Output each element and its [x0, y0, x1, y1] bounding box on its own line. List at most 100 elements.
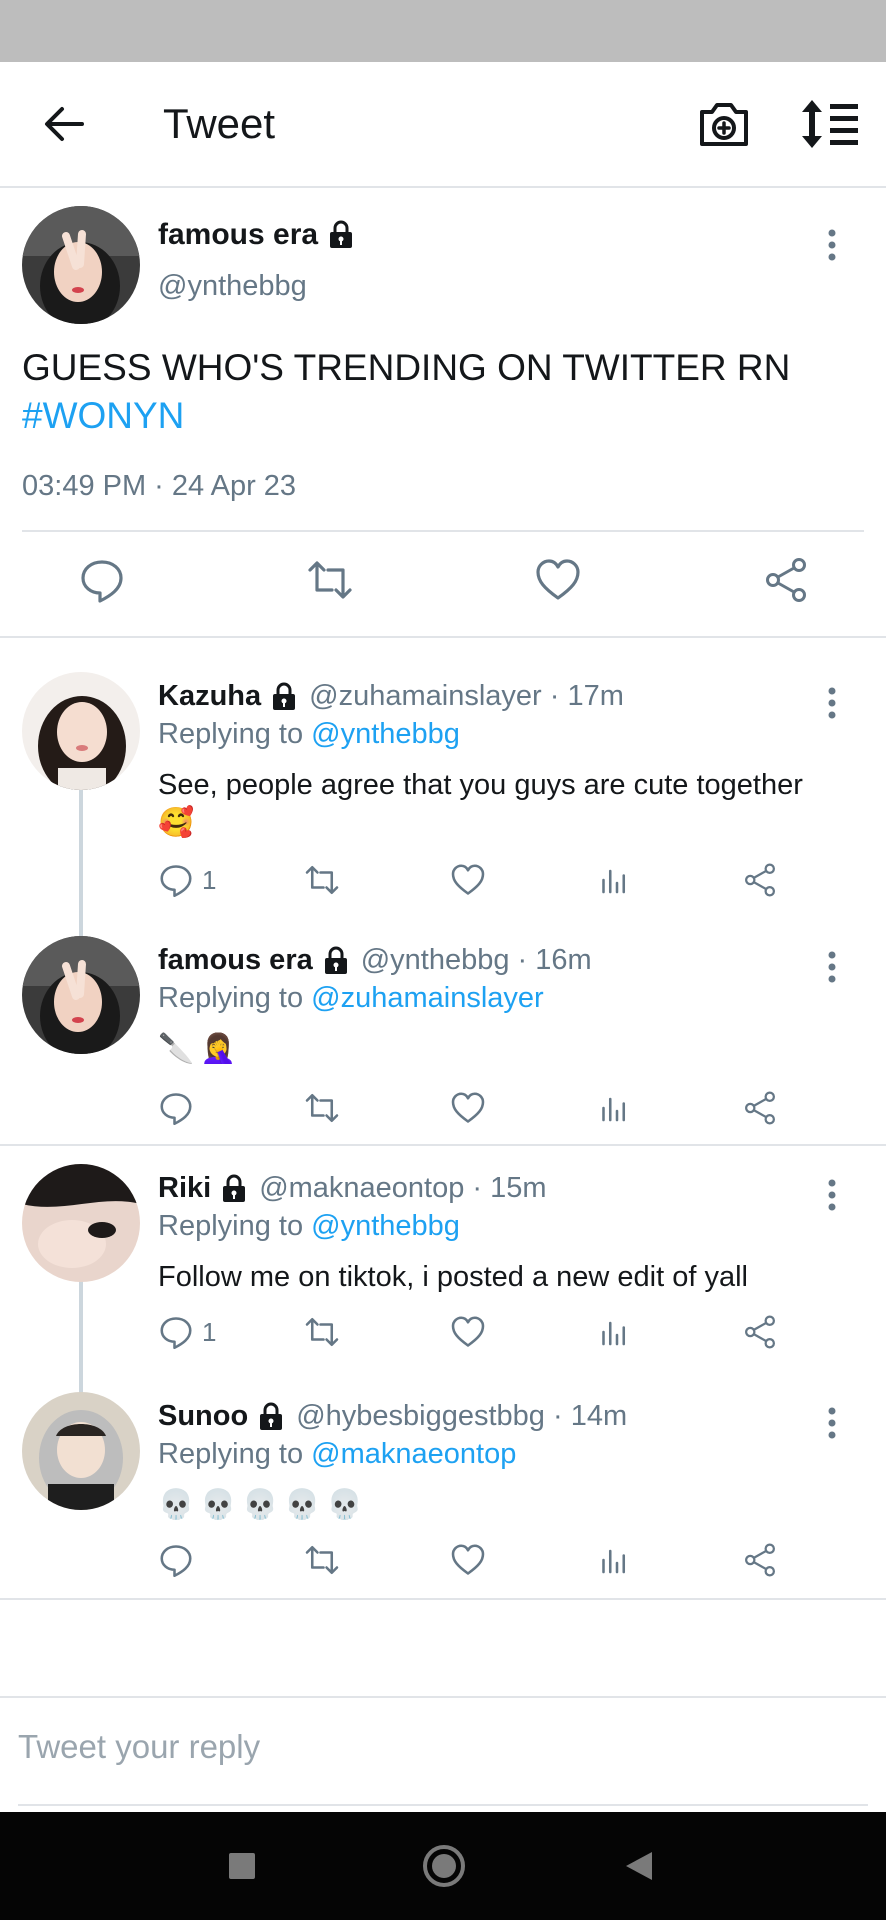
retweet-button[interactable] [304, 1314, 340, 1350]
reply-text-body: See, people agree that you guys are cute… [158, 769, 803, 801]
replying-prefix: Replying to [158, 982, 312, 1014]
like-button[interactable] [450, 1314, 486, 1350]
retweet-button[interactable] [306, 556, 354, 604]
avatar[interactable] [22, 1392, 140, 1510]
sort-list-icon [802, 100, 858, 148]
reply-button[interactable] [78, 556, 126, 604]
more-options-button[interactable] [826, 686, 838, 720]
replying-to: Replying to @zuhamainslayer [158, 982, 544, 1015]
reply-composer[interactable]: Tweet your reply [0, 1696, 886, 1806]
author-handle[interactable]: @ynthebbg [158, 270, 307, 303]
more-options-button[interactable] [826, 1178, 838, 1212]
analytics-button[interactable] [596, 862, 632, 898]
home-circle-icon [423, 1845, 465, 1887]
hashtag-link[interactable]: #WONYN [22, 392, 862, 440]
reply-header: Kazuha @zuhamainslayer · 17m [158, 680, 624, 713]
lock-icon [326, 220, 356, 250]
like-button[interactable] [450, 862, 486, 898]
more-options-button[interactable] [826, 1406, 838, 1440]
author-handle-time[interactable]: @hybesbiggestbbg · 14m [296, 1400, 627, 1433]
analytics-button[interactable] [596, 1090, 632, 1126]
retweet-button[interactable] [304, 1542, 340, 1578]
like-button[interactable] [534, 556, 582, 604]
reply-header: famous era @ynthebbg · 16m [158, 944, 592, 977]
home-button[interactable] [422, 1844, 466, 1893]
reply-input-placeholder[interactable]: Tweet your reply [18, 1728, 260, 1766]
avatar[interactable] [22, 206, 140, 324]
reply-button[interactable]: 1 [158, 1314, 216, 1350]
author-name[interactable]: Kazuha [158, 680, 261, 713]
share-icon [745, 1543, 775, 1577]
status-bar [0, 0, 886, 62]
share-icon [745, 863, 775, 897]
reply-header: Riki @maknaeontop · 15m [158, 1172, 547, 1205]
more-options-button[interactable] [826, 950, 838, 984]
replying-mention[interactable]: @zuhamainslayer [311, 982, 544, 1014]
like-button[interactable] [450, 1090, 486, 1126]
share-button[interactable] [742, 1542, 778, 1578]
tweet-text: GUESS WHO'S TRENDING ON TWITTER RN #WONY… [22, 344, 862, 440]
reply-button[interactable] [158, 1542, 194, 1578]
bar-chart-icon [602, 869, 626, 894]
replying-mention[interactable]: @ynthebbg [311, 1210, 460, 1242]
like-button[interactable] [450, 1542, 486, 1578]
bar-chart-icon [602, 1097, 626, 1122]
more-vertical-icon [828, 229, 836, 261]
author-handle-time[interactable]: @maknaeontop · 15m [259, 1172, 546, 1205]
avatar[interactable] [22, 936, 140, 1054]
recents-button[interactable] [228, 1852, 256, 1885]
share-button[interactable] [742, 1314, 778, 1350]
camera-button[interactable] [696, 98, 752, 150]
heart-icon [536, 559, 580, 600]
lock-icon [256, 1402, 286, 1432]
share-button[interactable] [762, 556, 810, 604]
share-button[interactable] [742, 862, 778, 898]
triangle-back-icon [626, 1852, 652, 1880]
back-button[interactable] [38, 98, 90, 150]
more-vertical-icon [828, 951, 836, 983]
retweet-button[interactable] [304, 1090, 340, 1126]
retweet-icon [305, 1093, 339, 1123]
avatar[interactable] [22, 672, 140, 790]
square-icon [229, 1853, 255, 1879]
skull-emoji: 💀 [326, 1489, 363, 1521]
author-name[interactable]: famous era [158, 218, 318, 252]
tweet-actions [158, 1542, 798, 1582]
main-tweet: famous era @ynthebbg GUESS WHO'S TRENDIN… [0, 188, 886, 638]
more-vertical-icon [828, 687, 836, 719]
more-options-button[interactable] [826, 228, 838, 262]
comment-icon [160, 865, 192, 898]
author-handle-time[interactable]: @zuhamainslayer · 17m [309, 680, 624, 713]
share-button[interactable] [742, 1090, 778, 1126]
author-name[interactable]: Sunoo [158, 1400, 248, 1433]
reply-tweet: Kazuha @zuhamainslayer · 17m Replying to… [0, 656, 886, 918]
replying-prefix: Replying to [158, 1438, 312, 1470]
divider [0, 1144, 886, 1146]
retweet-button[interactable] [304, 862, 340, 898]
reply-text: Follow me on tiktok, i posted a new edit… [158, 1261, 748, 1293]
tweet-actions [0, 556, 886, 616]
lock-icon [219, 1174, 249, 1204]
tweet-timestamp: 03:49 PM · 24 Apr 23 [22, 470, 297, 502]
back-nav-button[interactable] [624, 1850, 654, 1887]
analytics-button[interactable] [596, 1314, 632, 1350]
facepalm-emoji: 🤦‍♀️ [200, 1033, 237, 1065]
author-name[interactable]: famous era [158, 944, 313, 977]
heart-icon [451, 1316, 485, 1347]
bar-chart-icon [602, 1321, 626, 1346]
avatar[interactable] [22, 1164, 140, 1282]
replying-mention[interactable]: @ynthebbg [311, 718, 460, 750]
skull-emoji: 💀 [200, 1489, 237, 1521]
share-icon [745, 1315, 775, 1349]
sort-button[interactable] [800, 96, 862, 152]
analytics-button[interactable] [596, 1542, 632, 1578]
replying-mention[interactable]: @maknaeontop [311, 1438, 516, 1470]
skull-emoji: 💀 [158, 1489, 195, 1521]
author-handle-time[interactable]: @ynthebbg · 16m [361, 944, 592, 977]
reply-button[interactable]: 1 [158, 862, 216, 898]
reply-button[interactable] [158, 1090, 194, 1126]
author-name[interactable]: Riki [158, 1172, 211, 1205]
replying-to: Replying to @maknaeontop [158, 1438, 516, 1471]
tweet-actions [158, 1090, 798, 1130]
reply-text: 🔪 🤦‍♀️ [158, 1030, 868, 1068]
